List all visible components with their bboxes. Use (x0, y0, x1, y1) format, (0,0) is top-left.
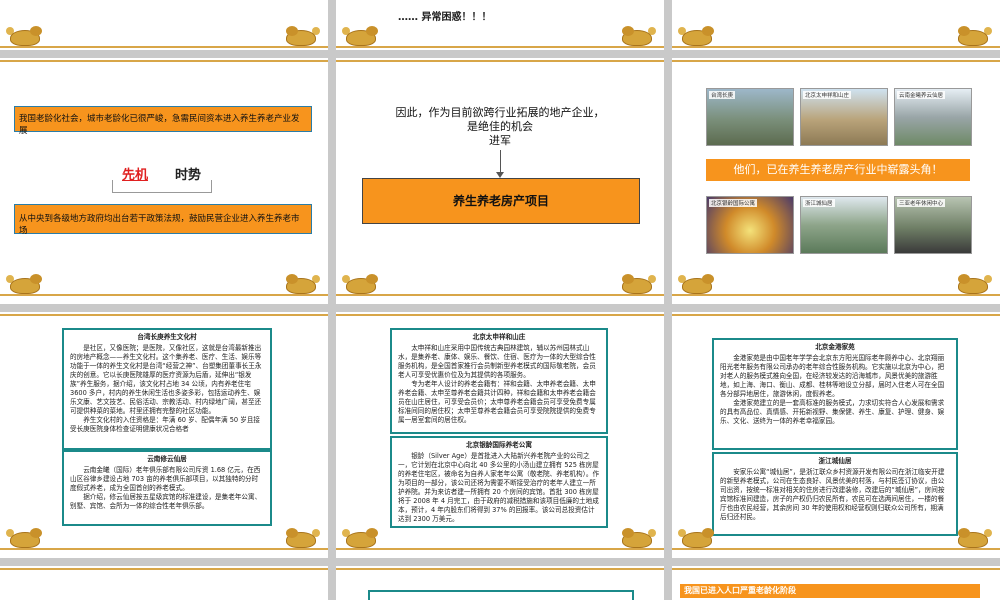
slide-12[interactable]: 我国已进入人口严重老龄化阶段 (672, 566, 1000, 600)
arrow-shape (112, 180, 212, 193)
slide-9[interactable]: 北京金港家苑 金港家苑是由中国老年学学会北京东方阳光国际老年顾养中心、北京翔丽阳… (672, 312, 1000, 558)
gold-bar (0, 46, 328, 48)
lion-ornament-icon (618, 24, 658, 46)
lion-ornament-icon (282, 272, 322, 294)
box-paragraph: 据介绍，修云仙居按五星级宾馆的标准建设，是集老年公寓、别墅、宾馆、会所为一体的综… (70, 493, 262, 510)
slide-2[interactable]: …… 异常困惑！！！ (336, 0, 664, 50)
photo-zhejiang: 浙江城仙居 (800, 196, 888, 254)
slide-4[interactable]: 我国老龄化社会，城市老龄化已很严峻，急需民间资本进入养生养老产业发展 先机 时势… (0, 58, 328, 304)
lion-ornament-icon (282, 24, 322, 46)
box-title: 北京太申祥和山庄 (472, 333, 526, 341)
headline-line-3: 进军 (489, 134, 511, 147)
box-paragraph: 银龄（Silver Age）是首批进入大陆新兴养老院产业的公司之一，它计划在北京… (398, 452, 600, 523)
box-paragraph: 云南金曦（国际）老年俱乐部有限公司斥资 1.68 亿元，在西山区谷律乡建设占地 … (70, 466, 261, 492)
lion-ornament-icon (618, 272, 658, 294)
gold-bar (336, 60, 664, 62)
gold-bar (336, 548, 664, 550)
yunnan-box: 云南修云仙居 云南金曦（国际）老年俱乐部有限公司斥资 1.68 亿元，在西山区谷… (62, 450, 272, 526)
box-paragraph: 专为老年人设计的养老会籍有：祥和会籍、太申养老会籍、太申养老会籍、太申至尊养老会… (398, 380, 596, 424)
gold-bar (336, 568, 664, 570)
taishen-box: 北京太申祥和山庄 太申祥和山庄采用中国传统古典园林建筑，辅以苏州园林式山水，是集… (390, 328, 608, 434)
lion-ornament-icon (678, 272, 718, 294)
lion-ornament-icon (282, 526, 322, 548)
box-paragraph: 金港家苑建立的是一套高标准的服务模式，力求切实符合人心发展和需求的具有高品位、真… (720, 399, 945, 425)
gold-bar (672, 548, 1000, 550)
taiwan-village-box: 台湾长庚养生文化村 是社区，又像医院；是医院，又像社区，这就是台湾最新推出的房地… (62, 328, 272, 450)
box-paragraph: 养生文化村的入住资格是：年满 60 岁、配偶年满 50 岁且接受长庚医院身体检查… (70, 416, 261, 433)
jingang-box: 北京金港家苑 金港家苑是由中国老年学学会北京东方阳光国际老年顾养中心、北京翔丽阳… (712, 338, 958, 450)
project-box: 养生养老房产项目 (362, 178, 640, 224)
gold-bar (336, 46, 664, 48)
photo-sanya: 三亚老年休闲中心 (894, 196, 972, 254)
gold-bar (336, 314, 664, 316)
gold-bar (672, 294, 1000, 296)
gold-bar (0, 314, 328, 316)
box-title: 云南修云仙居 (147, 455, 187, 463)
slide-11[interactable] (336, 566, 664, 600)
gold-bar (336, 294, 664, 296)
gold-bar (672, 46, 1000, 48)
lion-ornament-icon (6, 272, 46, 294)
box-title: 浙江城仙居 (818, 457, 852, 465)
lion-ornament-icon (954, 24, 994, 46)
lion-ornament-icon (342, 526, 382, 548)
slide-5[interactable]: 因此，作为目前欲跨行业拓展的地产企业， 是绝佳的机会 进军 养生养老房产项目 (336, 58, 664, 304)
lion-ornament-icon (342, 272, 382, 294)
headline-line-2: 是绝佳的机会 (467, 120, 533, 133)
box-title: 北京银龄国际养老公寓 (466, 441, 532, 449)
headline-line-1: 因此，作为目前欲跨行业拓展的地产企业， (395, 106, 605, 119)
box-paragraph: 太申祥和山庄采用中国传统古典园林建筑，辅以苏州园林式山水，是集养老、康体、娱乐、… (398, 344, 596, 379)
photo-beijing-taishen: 北京太申祥和山庄 (800, 88, 888, 146)
zhejiang-box: 浙江城仙居 安家乐公寓“城仙居”，是浙江联众乡村资源开发有限公司在浙江临安开建的… (712, 452, 958, 536)
slide-6[interactable]: 台湾长庚 北京太申祥和山庄 云南金曦养云仙居 他们，已在养生养老房产行业中崭露头… (672, 58, 1000, 304)
slide-text: …… 异常困惑！！！ (398, 12, 492, 23)
gold-bar (672, 568, 1000, 570)
slide-7[interactable]: 台湾长庚养生文化村 是社区，又像医院；是医院，又像社区，这就是台湾最新推出的房地… (0, 312, 328, 558)
aging-banner: 我国已进入人口严重老龄化阶段 (680, 584, 980, 598)
aging-society-box: 我国老龄化社会，城市老龄化已很严峻，急需民间资本进入养生养老产业发展 (14, 106, 312, 136)
photo-beijing-silverage: 北京银龄国际公寓 (706, 196, 794, 254)
arrow-down-icon (500, 150, 501, 174)
lion-ornament-icon (678, 24, 718, 46)
silverage-box: 北京银龄国际养老公寓 银龄（Silver Age）是首批进入大陆新兴养老院产业的… (390, 436, 608, 528)
gold-bar (0, 60, 328, 62)
policy-box: 从中央到各级地方政府均出台若干政策法规，鼓励民营企业进入养生养老市场 (14, 204, 312, 236)
gold-bar (672, 314, 1000, 316)
gold-bar (0, 568, 328, 570)
gold-bar (0, 548, 328, 550)
lion-ornament-icon (6, 24, 46, 46)
lion-ornament-icon (678, 526, 718, 548)
box-paragraph: 是社区，又像医院；是医院，又像社区，这就是台湾最新推出的房地产概念——养生文化村… (70, 344, 262, 415)
box-paragraph: 金港家苑是由中国老年学学会北京东方阳光国际老年顾养中心、北京翔丽阳光老年服务有限… (720, 354, 945, 398)
photo-yunnan: 云南金曦养云仙居 (894, 88, 972, 146)
slide-8[interactable]: 北京太申祥和山庄 太申祥和山庄采用中国传统古典园林建筑，辅以苏州园林式山水，是集… (336, 312, 664, 558)
slide-1[interactable] (0, 0, 328, 50)
pioneers-banner: 他们，已在养生养老房产行业中崭露头角！ (706, 159, 970, 181)
slide-3[interactable] (672, 0, 1000, 50)
lion-ornament-icon (954, 272, 994, 294)
box-title: 台湾长庚养生文化村 (137, 333, 197, 341)
photo-taiwan: 台湾长庚 (706, 88, 794, 146)
slide-10[interactable] (0, 566, 328, 600)
lion-ornament-icon (954, 526, 994, 548)
teal-box-partial (368, 590, 634, 600)
gold-bar (0, 294, 328, 296)
box-paragraph: 安家乐公寓“城仙居”，是浙江联众乡村资源开发有限公司在浙江临安开建的新型养老模式… (720, 468, 945, 521)
box-title: 北京金港家苑 (815, 343, 855, 351)
lion-ornament-icon (6, 526, 46, 548)
lion-ornament-icon (618, 526, 658, 548)
lion-ornament-icon (342, 24, 382, 46)
gold-bar (672, 60, 1000, 62)
